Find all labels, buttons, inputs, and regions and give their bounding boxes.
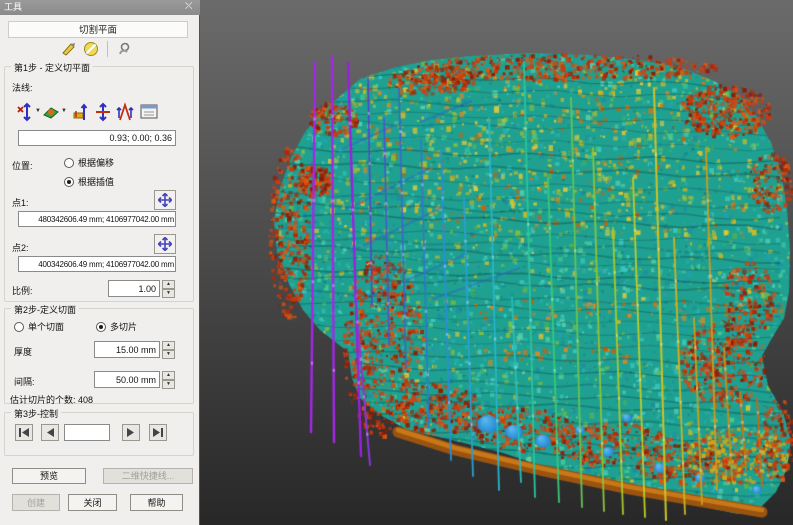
- point2-input[interactable]: [18, 256, 176, 272]
- 3d-viewport[interactable]: [200, 0, 793, 525]
- step3-legend: 第3步-控制: [11, 407, 61, 420]
- slice-count-estimate: 估计切片的个数: 408: [10, 393, 93, 406]
- position-label: 位置:: [12, 159, 33, 172]
- thickness-input[interactable]: [94, 341, 160, 358]
- plane-pick-icon[interactable]: [42, 103, 60, 121]
- dropdown-caret-icon[interactable]: ▼: [61, 108, 67, 114]
- radio-circle: [14, 322, 24, 332]
- spin-down-icon[interactable]: ▼: [162, 380, 175, 389]
- move-cross-icon: [158, 237, 172, 251]
- application-window: 工具 ⛌ 切割平面 第1步 - 定义切平面 法线: ▼: [0, 0, 793, 525]
- point-cloud-canvas[interactable]: [200, 0, 793, 525]
- thickness-label: 厚度: [14, 345, 32, 358]
- radio-circle: [64, 158, 74, 168]
- close-button[interactable]: 关闭: [68, 494, 117, 511]
- radio-circle: [64, 177, 74, 187]
- ratio-label: 比例:: [12, 284, 33, 297]
- interact-gear-icon[interactable]: [115, 40, 133, 58]
- point2-pick-button[interactable]: [154, 234, 176, 254]
- ratio-input[interactable]: [108, 280, 160, 297]
- radio-multi-slice[interactable]: 多切片: [96, 320, 137, 333]
- next-icon: [127, 428, 135, 437]
- spin-up-icon[interactable]: ▲: [162, 371, 175, 380]
- move-cross-icon: [158, 193, 172, 207]
- draw-plane-icon[interactable]: [60, 40, 78, 58]
- dropdown-caret-icon[interactable]: ▼: [35, 108, 41, 114]
- sphere-slash-icon[interactable]: [82, 40, 100, 58]
- panel-title: 工具: [4, 2, 22, 12]
- step1-legend: 第1步 - 定义切平面: [11, 61, 93, 74]
- thickness-spinner[interactable]: ▲▼: [162, 341, 175, 358]
- spin-down-icon[interactable]: ▼: [162, 350, 175, 359]
- skip-first-icon: [19, 428, 29, 437]
- previous-slice-button[interactable]: [41, 424, 59, 441]
- panel-titlebar[interactable]: 工具 ⛌: [0, 0, 200, 15]
- skip-last-icon: [153, 428, 163, 437]
- numeric-dialog-icon[interactable]: [140, 104, 158, 120]
- ratio-spinner[interactable]: ▲▼: [162, 280, 175, 297]
- preview-button[interactable]: 预览: [12, 468, 86, 484]
- normal-icon-row: ▼ ▼: [16, 100, 158, 124]
- pin-icon[interactable]: ⛌: [185, 1, 195, 13]
- slice-position-input[interactable]: [64, 424, 110, 441]
- toolbar-separator: [107, 41, 108, 57]
- perpendicular-axis-icon[interactable]: [95, 102, 111, 122]
- spin-up-icon[interactable]: ▲: [162, 280, 175, 289]
- spacing-input[interactable]: [94, 371, 160, 388]
- spin-down-icon[interactable]: ▼: [162, 289, 175, 298]
- normal-label: 法线:: [12, 81, 33, 94]
- panel-toolbar: [60, 39, 133, 59]
- cut-plane-header: 切割平面: [8, 21, 188, 38]
- tools-panel: 工具 ⛌ 切割平面 第1步 - 定义切平面 法线: ▼: [0, 0, 200, 525]
- point1-input[interactable]: [18, 211, 176, 227]
- angle-axis-icon[interactable]: [116, 102, 134, 122]
- next-slice-button[interactable]: [122, 424, 140, 441]
- spin-up-icon[interactable]: ▲: [162, 341, 175, 350]
- point2-label: 点2:: [12, 241, 29, 254]
- radio-circle: [96, 322, 106, 332]
- help-button[interactable]: 帮助: [130, 494, 183, 511]
- radio-by-offset[interactable]: 根据偏移: [64, 156, 114, 169]
- previous-icon: [46, 428, 54, 437]
- point1-label: 点1:: [12, 196, 29, 209]
- first-slice-button[interactable]: [15, 424, 33, 441]
- two-point-axis-icon[interactable]: [72, 102, 90, 122]
- create-button[interactable]: 创建: [12, 494, 60, 511]
- point1-pick-button[interactable]: [154, 190, 176, 210]
- normal-vector-input[interactable]: [18, 130, 176, 146]
- radio-by-interpolation[interactable]: 根据插值: [64, 175, 114, 188]
- last-slice-button[interactable]: [149, 424, 167, 441]
- spacing-spinner[interactable]: ▲▼: [162, 371, 175, 388]
- 2d-shortcut-line-button[interactable]: 二维快捷线...: [103, 468, 193, 484]
- spacing-label: 间隔:: [14, 375, 35, 388]
- step2-legend: 第2步-定义切面: [11, 303, 79, 316]
- radio-single-section[interactable]: 单个切面: [14, 320, 64, 333]
- axis-flip-icon[interactable]: [16, 102, 34, 122]
